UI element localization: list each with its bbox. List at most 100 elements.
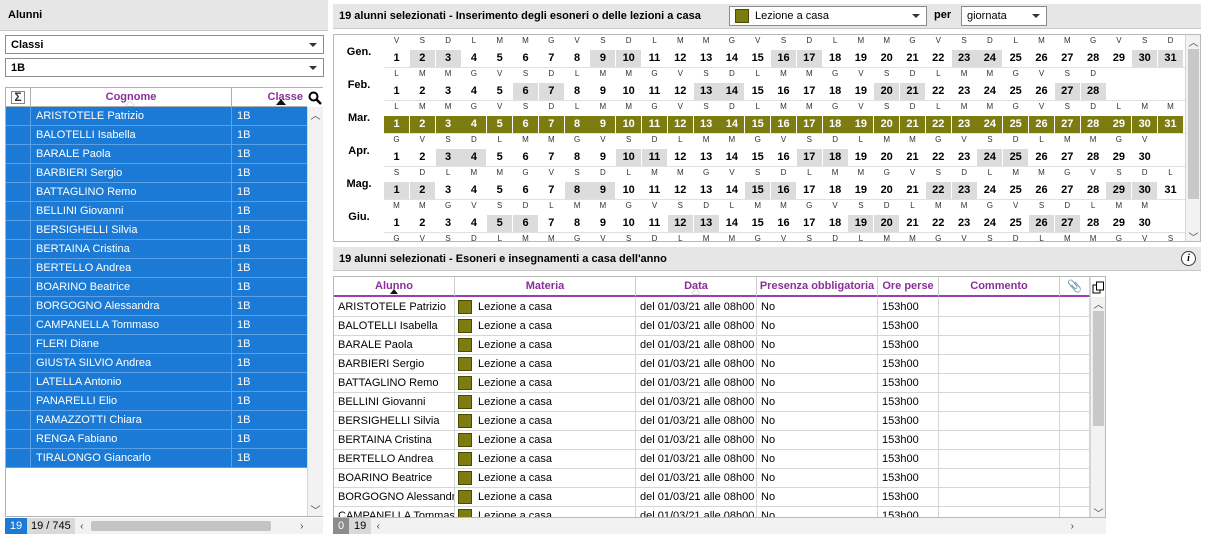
commento-cell[interactable]: [939, 469, 1060, 487]
day-cell[interactable]: 27: [1054, 215, 1080, 232]
day-cell[interactable]: 21: [900, 182, 925, 199]
day-cell[interactable]: 15: [745, 182, 771, 199]
commento-cell[interactable]: [939, 431, 1060, 449]
copy-columns-icon[interactable]: [1091, 277, 1105, 297]
day-cell[interactable]: 25: [1003, 149, 1029, 166]
day-cell[interactable]: 20: [874, 50, 899, 67]
day-cell[interactable]: 2: [409, 50, 435, 67]
day-cell[interactable]: 17: [797, 182, 822, 199]
day-cell[interactable]: 18: [823, 50, 848, 67]
exemption-row[interactable]: BATTAGLINO Remo Lezione a casa del 01/03/2…: [334, 374, 1090, 393]
commento-cell[interactable]: [939, 336, 1060, 354]
day-cell[interactable]: 1: [384, 182, 409, 199]
day-cell[interactable]: 14: [719, 116, 745, 133]
day-cell[interactable]: 9: [590, 50, 616, 67]
day-cell[interactable]: 29: [1106, 215, 1131, 232]
day-cell[interactable]: 19: [848, 116, 874, 133]
day-cell[interactable]: 20: [874, 83, 900, 100]
day-cell[interactable]: 15: [745, 50, 770, 67]
day-cell[interactable]: 4: [461, 215, 486, 232]
calendar-vscroll[interactable]: ︿ ﹀: [1185, 35, 1200, 241]
day-cell[interactable]: 13: [693, 116, 719, 133]
day-cell[interactable]: 24: [977, 215, 1002, 232]
day-cell[interactable]: 26: [1029, 83, 1054, 100]
day-cell[interactable]: 7: [539, 50, 564, 67]
day-cell[interactable]: 4: [461, 116, 487, 133]
day-cell[interactable]: 19: [848, 83, 873, 100]
day-cell[interactable]: 20: [874, 215, 900, 232]
day-cell[interactable]: 17: [796, 149, 822, 166]
attachment-cell[interactable]: [1060, 412, 1090, 430]
chevron-left-icon[interactable]: ‹: [371, 521, 385, 532]
day-cell[interactable]: 21: [900, 50, 925, 67]
day-cell[interactable]: 8: [564, 182, 590, 199]
day-cell[interactable]: 1: [384, 215, 409, 232]
day-cell[interactable]: 9: [590, 83, 615, 100]
day-cell[interactable]: 18: [822, 116, 848, 133]
day-cell[interactable]: 2: [409, 182, 435, 199]
day-cell[interactable]: 8: [565, 149, 590, 166]
student-row[interactable]: BORGOGNO Alessandra 1B: [6, 297, 307, 316]
attachment-cell[interactable]: [1060, 374, 1090, 392]
student-row[interactable]: BOARINO Beatrice 1B: [6, 278, 307, 297]
commento-cell[interactable]: [939, 450, 1060, 468]
day-cell[interactable]: 30: [1132, 149, 1157, 166]
day-cell[interactable]: 31: [1158, 116, 1183, 133]
day-cell[interactable]: 28: [1081, 50, 1106, 67]
chevron-down-icon[interactable]: ﹀: [1091, 506, 1105, 518]
day-cell[interactable]: 8: [564, 116, 590, 133]
day-cell[interactable]: 22: [926, 50, 951, 67]
day-cell[interactable]: 13: [694, 182, 719, 199]
chevron-up-icon[interactable]: ︿: [308, 107, 323, 122]
day-cell[interactable]: 4: [461, 182, 486, 199]
day-cell[interactable]: 1: [384, 149, 409, 166]
calendar-scroll-thumb[interactable]: [1188, 49, 1199, 199]
search-button[interactable]: [307, 88, 323, 107]
day-cell[interactable]: 25: [1003, 116, 1029, 133]
presenza-column-header[interactable]: Presenza obbligatoria: [757, 277, 878, 297]
day-cell[interactable]: 31: [1158, 50, 1183, 67]
day-cell[interactable]: 13: [693, 215, 719, 232]
chevron-up-icon[interactable]: ︿: [1186, 35, 1200, 49]
day-cell[interactable]: 11: [642, 116, 667, 133]
day-cell[interactable]: 3: [435, 50, 461, 67]
month-label[interactable]: Mar.: [334, 101, 384, 134]
day-cell[interactable]: 29: [1106, 149, 1131, 166]
day-cell[interactable]: 12: [668, 83, 693, 100]
commento-column-header[interactable]: Commento: [939, 277, 1060, 297]
day-cell[interactable]: 12: [668, 182, 693, 199]
day-cell[interactable]: 27: [1055, 149, 1080, 166]
day-cell[interactable]: 15: [745, 116, 771, 133]
chevron-up-icon[interactable]: ︿: [1091, 297, 1105, 311]
filter-value-dropdown[interactable]: 1B: [5, 58, 324, 77]
day-cell[interactable]: 28: [1080, 83, 1106, 100]
day-cell[interactable]: 18: [823, 182, 848, 199]
day-cell[interactable]: 4: [461, 83, 486, 100]
day-cell[interactable]: 29: [1106, 50, 1131, 67]
day-cell[interactable]: 27: [1055, 50, 1080, 67]
month-label[interactable]: Apr.: [334, 134, 384, 167]
day-cell[interactable]: 23: [951, 116, 977, 133]
day-cell[interactable]: 13: [694, 149, 719, 166]
student-row[interactable]: TIRALONGO Giancarlo 1B: [6, 449, 307, 468]
attachment-column-header[interactable]: 📎: [1060, 277, 1090, 297]
day-cell[interactable]: 22: [925, 116, 951, 133]
student-row[interactable]: BERTELLO Andrea 1B: [6, 259, 307, 278]
day-cell[interactable]: 24: [977, 116, 1003, 133]
day-cell[interactable]: 16: [771, 50, 796, 67]
day-cell[interactable]: 4: [461, 50, 486, 67]
day-cell[interactable]: 11: [642, 182, 667, 199]
day-cell[interactable]: 7: [538, 116, 564, 133]
filter-type-dropdown[interactable]: Classi: [5, 35, 324, 54]
day-cell[interactable]: 6: [513, 215, 538, 232]
day-cell[interactable]: 8: [565, 83, 590, 100]
day-cell[interactable]: 7: [539, 215, 564, 232]
day-cell[interactable]: 3: [436, 83, 461, 100]
attachment-cell[interactable]: [1060, 393, 1090, 411]
student-row[interactable]: GIUSTA SILVIO Andrea 1B: [6, 354, 307, 373]
day-cell[interactable]: 3: [436, 182, 461, 199]
day-cell[interactable]: 6: [513, 149, 538, 166]
attachment-cell[interactable]: [1060, 450, 1090, 468]
day-cell[interactable]: 3: [435, 116, 461, 133]
attachment-cell[interactable]: [1060, 431, 1090, 449]
